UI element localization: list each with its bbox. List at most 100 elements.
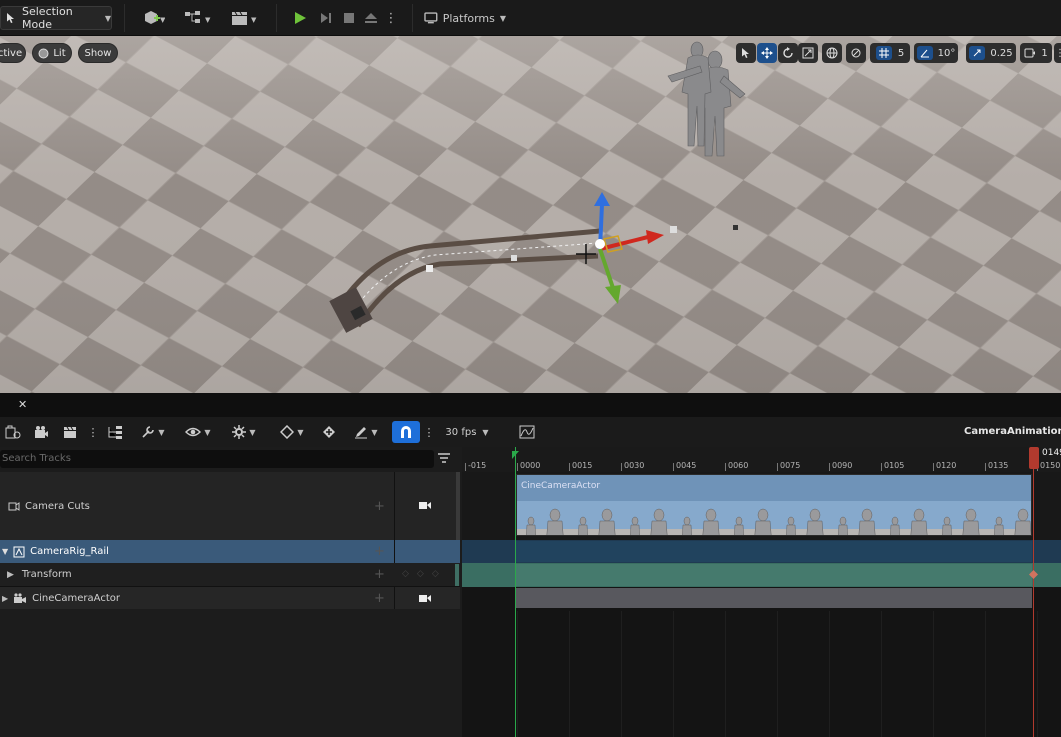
playback-start-marker[interactable] (515, 447, 516, 737)
angle-snap-icon (916, 46, 933, 60)
chevron-down-icon: ▼ (499, 13, 506, 23)
key-navigation-icons[interactable]: ◇◇◇ (402, 569, 447, 579)
view-options-dropdown[interactable]: ▼ (182, 421, 214, 443)
track-row[interactable]: ▶ CineCameraActor + (0, 587, 460, 609)
snap-options-button[interactable]: ⋮ (424, 421, 435, 443)
edit-tool-dropdown[interactable]: ▼ (350, 421, 382, 443)
show-button[interactable]: Show (78, 43, 118, 63)
snapping-toggle[interactable] (392, 421, 420, 443)
blueprint-button[interactable]: ▼ (182, 6, 216, 30)
more-vertical-icon: ⋮ (384, 10, 398, 26)
expand-right-icon[interactable]: ▶ (7, 570, 14, 580)
scale-icon (802, 47, 814, 59)
add-icon[interactable]: + (374, 499, 385, 514)
cine-camera-section[interactable] (516, 588, 1032, 608)
track-row[interactable]: ▶ Transform + ◇◇◇ (0, 563, 460, 587)
track-row[interactable]: ▼ CameraRig_Rail + (0, 540, 460, 563)
camera-lock-icon[interactable] (418, 500, 432, 510)
transform-section[interactable] (516, 564, 1032, 586)
main-toolbar: Selection Mode ▼ ▼ ▼ ▼ ⋮ Platforms ▼ (0, 0, 1061, 36)
world-space-button[interactable] (822, 43, 842, 63)
filter-button[interactable] (438, 453, 450, 463)
keyframe-icon[interactable] (1029, 570, 1038, 579)
curve-editor-button[interactable] (516, 421, 538, 443)
cinematics-button[interactable]: ▼ (228, 6, 262, 30)
level-viewport[interactable]: ctive Lit Show 5 10° 0.25 1 ⋮ (0, 36, 1061, 393)
eject-button[interactable] (360, 6, 382, 30)
hierarchy-button[interactable] (104, 421, 126, 443)
track-list: Search Tracks Camera Cuts + ▼ CameraRig_… (0, 447, 462, 737)
render-movie-button[interactable] (32, 421, 50, 443)
close-tab-icon[interactable]: ✕ (18, 398, 27, 411)
ruler-tick (985, 463, 986, 471)
viewport-menu-button[interactable]: ⋮ (1054, 43, 1061, 63)
key-add-icon (323, 426, 335, 438)
track-label: Camera Cuts (25, 500, 90, 512)
more-vertical-icon: ⋮ (87, 425, 99, 439)
scale-snap-toggle[interactable]: 0.25 (966, 43, 1016, 63)
translate-tool-button[interactable] (757, 43, 777, 63)
column-separator (394, 472, 395, 540)
rig-section[interactable] (516, 541, 1032, 562)
camera-speed-button[interactable]: 1 (1020, 43, 1052, 63)
curve-editor-icon (519, 425, 535, 439)
more-options-button[interactable]: ⋮ (87, 421, 99, 443)
add-icon[interactable]: + (374, 591, 385, 606)
sequencer-tab-bar: ✕ (0, 393, 1061, 417)
ruler-tick (829, 463, 830, 471)
track-row[interactable]: Camera Cuts + (0, 472, 460, 540)
scale-snap-value: 0.25 (990, 47, 1013, 59)
ruler-label: 0090 (832, 461, 853, 470)
key-options-dropdown[interactable]: ▼ (276, 421, 308, 443)
grid-snap-value: 5 (897, 47, 905, 59)
camera-cut-section[interactable]: CineCameraActor (516, 474, 1032, 536)
playhead-handle[interactable] (1029, 447, 1039, 469)
tools-dropdown[interactable]: ▼ (138, 421, 168, 443)
save-sequence-button[interactable] (4, 421, 22, 443)
stop-button[interactable] (338, 6, 360, 30)
grid-snap-toggle[interactable]: 5 (870, 43, 910, 63)
chevron-down-icon: ▼ (371, 427, 378, 437)
perspective-button[interactable]: ctive (0, 43, 26, 63)
expand-right-icon[interactable]: ▶ (2, 594, 8, 603)
timeline-area[interactable]: -015 0000 0015 0030 0045 0060 0075 0090 0105 0120… (462, 447, 1061, 737)
playback-options-dropdown[interactable]: ▼ (228, 421, 260, 443)
frame-rate-dropdown[interactable]: 30 fps ▼ (440, 421, 494, 443)
add-actor-button[interactable]: ▼ (138, 6, 170, 30)
play-icon (295, 12, 306, 24)
lit-mode-button[interactable]: Lit (32, 43, 72, 63)
grid-line (1037, 611, 1038, 737)
add-icon[interactable]: + (374, 567, 385, 582)
platforms-dropdown[interactable]: Platforms ▼ (424, 6, 506, 30)
rotation-snap-toggle[interactable]: 10° (914, 43, 958, 63)
add-key-button[interactable] (318, 421, 340, 443)
step-button[interactable] (314, 6, 338, 30)
ruler-label: 0000 (520, 461, 541, 470)
search-tracks-input[interactable]: Search Tracks (0, 450, 434, 468)
grid-line (777, 611, 778, 737)
camera-speed-icon (1024, 48, 1036, 58)
cursor-icon (742, 48, 749, 58)
surface-snap-button[interactable] (846, 43, 866, 63)
ruler-tick (517, 463, 518, 471)
select-tool-button[interactable] (736, 43, 756, 63)
chevron-down-icon: ▼ (204, 427, 211, 437)
clapper-button[interactable] (60, 421, 80, 443)
movie-camera-icon (35, 426, 48, 438)
fps-label: 30 fps (445, 426, 477, 438)
splitter-handle[interactable] (456, 472, 460, 540)
time-ruler[interactable]: -015 0000 0015 0030 0045 0060 0075 0090 0105 0120… (462, 447, 1061, 472)
play-button[interactable] (288, 6, 312, 30)
save-icon (5, 425, 21, 439)
lit-label: Lit (53, 47, 66, 59)
play-options-button[interactable]: ⋮ (384, 6, 398, 30)
rotate-tool-button[interactable] (778, 43, 798, 63)
selection-mode-dropdown[interactable]: Selection Mode ▼ (0, 5, 112, 31)
cine-camera-icon (14, 592, 27, 603)
stop-icon (344, 13, 354, 23)
scale-tool-button[interactable] (798, 43, 818, 63)
playhead-line[interactable] (1033, 447, 1034, 737)
add-icon[interactable]: + (374, 544, 385, 559)
camera-lock-icon[interactable] (418, 593, 432, 603)
expand-down-icon[interactable]: ▼ (2, 547, 8, 556)
